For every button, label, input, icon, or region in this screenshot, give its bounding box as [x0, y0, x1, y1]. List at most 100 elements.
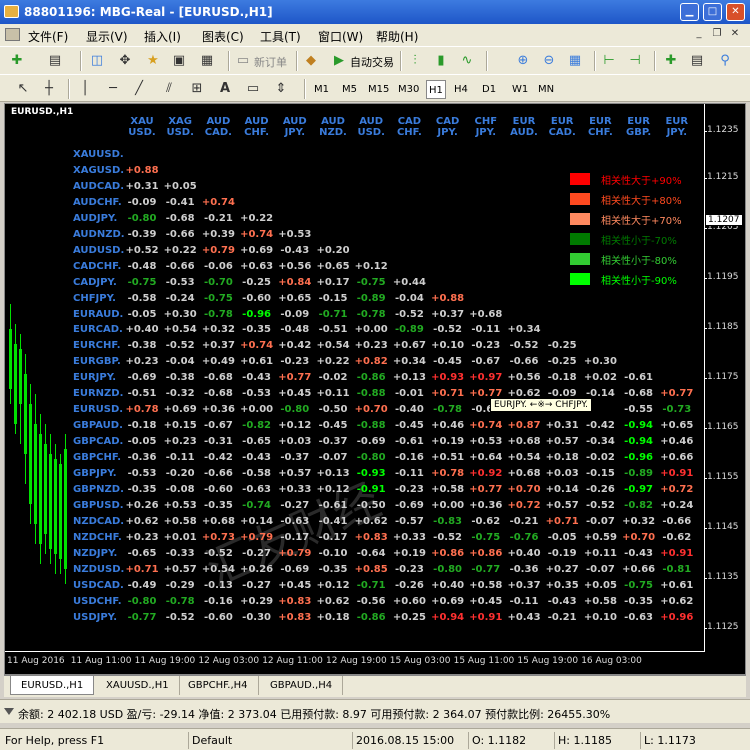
close-button[interactable]: ✕ — [726, 3, 745, 21]
trendline-icon[interactable]: ╱ — [130, 80, 148, 98]
new-chart-icon[interactable]: ✚ — [8, 52, 26, 70]
tab-xauusd-h1[interactable]: XAUUSD.,H1 — [96, 676, 180, 695]
window-title: 88801196: MBG-Real - [EURUSD.,H1] — [24, 5, 273, 19]
text-label-icon[interactable]: ▭ — [244, 80, 262, 98]
timeframe-m5[interactable]: M5 — [340, 80, 359, 99]
chart-area[interactable]: 汇友财经 EURUSD.,H1 XAU USD. XAG USD. AUD CAD. AUD… — [5, 104, 705, 652]
price-axis-label: 1.1165 — [704, 422, 739, 432]
maximize-button[interactable]: □ — [703, 3, 722, 21]
tab-gbpaud-h4[interactable]: GBPAUD.,H4 — [260, 676, 344, 695]
matrix-cell: -0.65 — [127, 547, 157, 559]
timeframe-m30[interactable]: M30 — [396, 80, 421, 99]
horizontal-line-icon[interactable]: ─ — [104, 80, 122, 98]
timeframe-m1[interactable]: M1 — [312, 80, 331, 99]
zoom-out-icon[interactable]: ⊖ — [540, 52, 558, 70]
timeframe-h1[interactable]: H1 — [426, 80, 446, 99]
tile-windows-icon[interactable]: ▦ — [566, 52, 584, 70]
matrix-cell: -0.38 — [165, 372, 195, 384]
menu-file[interactable]: 文件(F) — [28, 28, 68, 45]
crosshair-icon[interactable]: ┼ — [40, 80, 58, 98]
matrix-row-header: GBPJPY. — [73, 468, 117, 479]
matrix-cell: +0.00 — [240, 404, 274, 416]
market-watch-icon[interactable]: ◫ — [88, 52, 106, 70]
bar-chart-icon[interactable]: ⫶ — [406, 52, 424, 70]
vertical-line-icon[interactable]: │ — [76, 80, 94, 98]
cursor-icon[interactable]: ↖ — [14, 80, 32, 98]
timeframe-h4[interactable]: H4 — [452, 80, 470, 99]
candlestick-icon[interactable]: ▮ — [432, 52, 450, 70]
matrix-cell: +0.83 — [354, 531, 388, 543]
data-window-icon[interactable]: ✥ — [116, 52, 134, 70]
matrix-cell: +0.74 — [201, 196, 235, 208]
minimize-button[interactable]: ▁ — [680, 3, 699, 21]
matrix-cell: +0.62 — [316, 595, 350, 607]
matrix-cell: -0.23 — [471, 340, 501, 352]
matrix-cell: -0.32 — [165, 388, 195, 400]
matrix-cell: -0.35 — [624, 595, 653, 607]
matrix-cell: -0.78 — [165, 595, 195, 607]
menu-window[interactable]: 窗口(W) — [318, 28, 363, 45]
timeframe-d1[interactable]: D1 — [480, 80, 498, 99]
matrix-cell: +0.78 — [431, 468, 465, 479]
timeframe-mn[interactable]: MN — [536, 80, 556, 99]
matrix-cell: +0 — [696, 484, 704, 495]
text-tool-icon[interactable]: A — [216, 80, 234, 98]
matrix-cell: -0.42 — [585, 420, 615, 432]
line-chart-icon[interactable]: ∿ — [458, 52, 476, 70]
fibonacci-icon[interactable]: ⊞ — [188, 80, 206, 98]
mdi-restore-button[interactable]: ❐ — [710, 28, 724, 41]
auto-trading-icon[interactable]: ▶ — [330, 52, 348, 70]
auto-scroll-icon[interactable]: ⊣ — [626, 52, 644, 70]
matrix-row-header: EURCHF. — [73, 340, 121, 352]
matrix-cell: +0.29 — [240, 595, 274, 607]
new-order-icon[interactable]: ▭ — [234, 52, 252, 70]
matrix-cell: +0.25 — [392, 611, 426, 623]
tab-gbpchf-h4[interactable]: GBPCHF.,H4 — [178, 676, 259, 695]
matrix-cell: -0.73 — [662, 404, 692, 416]
matrix-cell: +0.69 — [163, 404, 197, 416]
timeframe-m15[interactable]: M15 — [366, 80, 391, 99]
terminal-icon[interactable]: ▣ — [170, 52, 188, 70]
matrix-cell: +0.54 — [201, 563, 235, 575]
menu-help[interactable]: 帮助(H) — [376, 28, 418, 45]
matrix-column-header: AUD USD. — [357, 116, 385, 138]
price-axis-label: 1.1195 — [704, 272, 739, 282]
matrix-row-header: EURJPY. — [73, 372, 117, 384]
status-help: For Help, press F1 — [5, 734, 105, 747]
matrix-cell: -0.91 — [356, 483, 386, 495]
mdi-chart-icon[interactable] — [5, 28, 20, 41]
templates-icon[interactable]: ▤ — [688, 52, 706, 70]
mdi-minimize-button[interactable]: _ — [692, 28, 706, 41]
matrix-cell: -0.11 — [165, 452, 195, 464]
time-axis-label: 11 Aug 19:00 — [134, 656, 196, 666]
menu-tools[interactable]: 工具(T) — [260, 28, 301, 45]
matrix-cell: +0.74 — [469, 420, 503, 432]
menu-insert[interactable]: 插入(I) — [144, 28, 181, 45]
equidistant-channel-icon[interactable]: ⫽ — [160, 80, 178, 98]
matrix-row-header: XAUUSD. — [73, 149, 124, 160]
chart-shift-icon[interactable]: ⊢ — [600, 52, 618, 70]
metaeditor-icon[interactable]: ◆ — [302, 52, 320, 70]
arrows-icon[interactable]: ⇕ — [272, 80, 290, 98]
indicators-icon[interactable]: ✚ — [662, 52, 680, 70]
matrix-cell: -0.66 — [203, 468, 233, 479]
matrix-cell: -0.07 — [585, 515, 615, 527]
new-order-label[interactable]: 新订单 — [254, 54, 287, 70]
zoom-in-icon[interactable]: ⊕ — [514, 52, 532, 70]
matrix-column-header: AUD JPY. — [282, 116, 307, 138]
profiles-icon[interactable]: ▤ — [46, 52, 64, 70]
timeframe-w1[interactable]: W1 — [510, 80, 530, 99]
auto-trading-label[interactable]: 自动交易 — [350, 54, 394, 70]
matrix-cell: +0.23 — [354, 340, 388, 352]
search-icon[interactable]: ⚲ — [716, 52, 734, 70]
chart-window[interactable]: 汇友财经 EURUSD.,H1 XAU USD. XAG USD. AUD CAD. AUD… — [4, 103, 746, 675]
mdi-close-button[interactable]: ✕ — [728, 28, 742, 41]
matrix-cell: +0.63 — [240, 260, 274, 272]
strategy-tester-icon[interactable]: ▦ — [198, 52, 216, 70]
matrix-cell: +0.18 — [545, 452, 579, 464]
navigator-icon[interactable]: ★ — [144, 52, 162, 70]
tab-eurusd-h1[interactable]: EURUSD.,H1 — [10, 676, 95, 695]
menu-view[interactable]: 显示(V) — [86, 28, 128, 45]
collapse-arrow-icon[interactable] — [4, 708, 14, 715]
menu-charts[interactable]: 图表(C) — [202, 28, 244, 45]
